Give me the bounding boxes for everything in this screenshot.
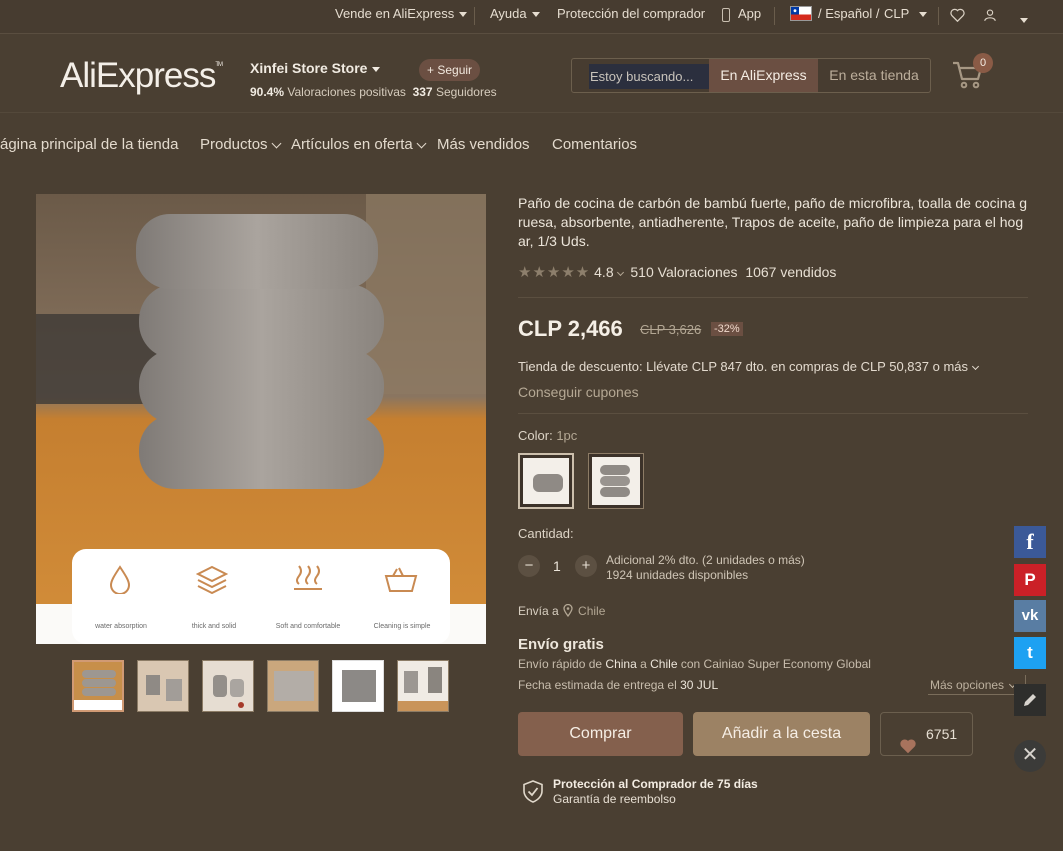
edit-icon[interactable]	[1014, 684, 1046, 716]
get-coupons-link[interactable]: Conseguir cupones	[518, 384, 639, 400]
header-divider	[0, 112, 1063, 113]
heart-icon[interactable]	[950, 8, 965, 27]
thumbnail[interactable]	[202, 660, 254, 712]
shield-check-icon	[523, 780, 543, 808]
quantity-decrease-button[interactable]: −	[518, 555, 540, 577]
top-bar: Vende en AliExpress Ayuda Protección del…	[0, 0, 1063, 34]
divider	[774, 7, 775, 25]
rating-stars: ★★★★★	[518, 264, 591, 281]
divider	[518, 297, 1028, 298]
divider	[474, 7, 475, 25]
add-to-cart-button[interactable]: Añadir a la cesta	[693, 712, 870, 756]
shipping-method: Envío rápido de China a Chile con Cainia…	[518, 657, 871, 671]
product-main-image[interactable]: water absorption thick and solid Soft an…	[36, 194, 486, 644]
positive-percent: 90.4%	[250, 85, 285, 99]
currency-selector[interactable]: CLP	[884, 6, 928, 21]
stock-info: 1924 unidades disponibles	[606, 568, 749, 582]
store-name[interactable]: Xinfei Store Store	[250, 60, 381, 76]
store-stats: 90.4% Valoraciones positivas 337 Seguido…	[250, 85, 497, 99]
feature-label: thick and solid	[191, 623, 237, 630]
search-store-button[interactable]: En esta tienda	[818, 59, 930, 92]
feature-label: Soft and comfortable	[275, 623, 341, 630]
more-shipping-options[interactable]: Más opciones	[928, 675, 1026, 695]
original-price: CLP 3,626	[640, 322, 702, 337]
chevron-down-icon[interactable]	[1020, 12, 1028, 30]
ships-to[interactable]: Envía a Chile	[518, 603, 605, 620]
color-option-3pcs[interactable]	[588, 453, 644, 509]
feature-label: Cleaning is simple	[373, 623, 431, 630]
buyer-protection[interactable]: Protección al Comprador de 75 días Garan…	[553, 777, 758, 807]
sold-count: 1067 vendidos	[745, 264, 837, 280]
thumbnail[interactable]	[72, 660, 124, 712]
followers-count: 337	[412, 85, 433, 99]
layers-icon	[195, 564, 229, 595]
water-drop-icon	[106, 564, 134, 595]
thumbnail[interactable]	[137, 660, 189, 712]
nav-reviews[interactable]: Comentarios	[552, 136, 637, 153]
color-option-1pc[interactable]	[518, 453, 574, 509]
feature-label: water absorption	[95, 623, 147, 630]
basin-icon	[383, 564, 419, 594]
cart-count-badge: 0	[973, 53, 993, 73]
phone-icon	[722, 8, 730, 22]
product-title: Paño de cocina de carbón de bambú fuerte…	[518, 195, 1027, 249]
quantity-increase-button[interactable]: +	[575, 555, 597, 577]
nav-store-home[interactable]: ágina principal de la tienda	[0, 136, 178, 153]
close-icon[interactable]: ✕	[1014, 740, 1046, 772]
heat-icon	[291, 562, 325, 594]
current-price: CLP 2,466	[518, 316, 623, 341]
sell-on-aliexpress-link[interactable]: Vende en AliExpress	[335, 6, 468, 21]
follow-button[interactable]: + Seguir	[419, 59, 481, 81]
chile-flag-icon	[790, 6, 812, 21]
thumbnail[interactable]	[332, 660, 384, 712]
followers-label: Seguidores	[435, 85, 497, 99]
search-bar: En AliExpress En esta tienda	[571, 58, 931, 93]
quantity-label: Cantidad:	[518, 526, 574, 541]
facebook-share-icon[interactable]: f	[1014, 526, 1046, 558]
delivery-date: Fecha estimada de entrega el 30 JUL	[518, 678, 719, 692]
language-selector[interactable]: / Español /	[818, 6, 879, 21]
wishlist-count: 6751	[926, 726, 958, 742]
nav-products[interactable]: Productos	[200, 136, 281, 153]
quantity-value[interactable]: 1	[553, 558, 561, 574]
bulk-discount-info: Adicional 2% dto. (2 unidades o más)	[606, 553, 805, 567]
user-icon[interactable]	[983, 8, 997, 27]
twitter-share-icon[interactable]: t	[1014, 637, 1046, 669]
store-discount[interactable]: Tienda de descuento: Llévate CLP 847 dto…	[518, 359, 980, 374]
help-menu[interactable]: Ayuda	[490, 6, 540, 21]
search-aliexpress-button[interactable]: En AliExpress	[709, 59, 818, 92]
nav-bestsellers[interactable]: Más vendidos	[437, 136, 530, 153]
reviews-count[interactable]: 510 Valoraciones	[630, 264, 737, 280]
pinterest-share-icon[interactable]: P	[1014, 564, 1046, 596]
buyer-protection-link[interactable]: Protección del comprador	[557, 6, 705, 21]
app-link[interactable]: App	[738, 6, 761, 21]
buy-now-button[interactable]: Comprar	[518, 712, 683, 756]
color-label: Color: 1pc	[518, 428, 578, 443]
aliexpress-logo[interactable]: AliExpressTM	[60, 56, 223, 96]
wishlist-button[interactable]: 6751	[880, 712, 973, 756]
thumbnail[interactable]	[397, 660, 449, 712]
divider	[518, 413, 1028, 414]
rating-row: ★★★★★ 4.8 510 Valoraciones 1067 vendidos	[518, 263, 836, 281]
positive-label: Valoraciones positivas	[287, 85, 406, 99]
location-pin-icon	[563, 603, 573, 620]
vk-share-icon[interactable]: vk	[1014, 600, 1046, 632]
rating-value[interactable]: 4.8	[594, 264, 624, 280]
free-shipping: Envío gratis	[518, 636, 604, 653]
nav-deals[interactable]: Artículos en oferta	[291, 136, 427, 153]
heart-icon	[899, 728, 917, 770]
discount-badge: -32%	[711, 322, 743, 336]
divider	[938, 7, 939, 25]
thumbnail[interactable]	[267, 660, 319, 712]
search-input[interactable]	[589, 64, 709, 89]
